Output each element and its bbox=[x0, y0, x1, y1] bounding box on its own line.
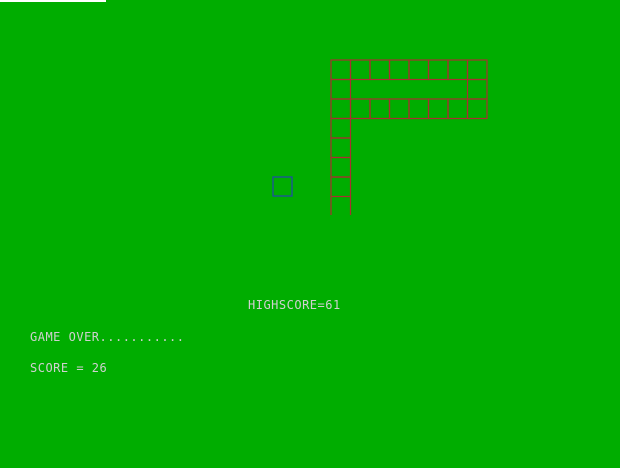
snake-segment bbox=[427, 98, 449, 120]
snake-segment bbox=[447, 59, 469, 81]
game-over-message: GAME OVER........... bbox=[30, 330, 185, 344]
snake-segment bbox=[349, 59, 371, 81]
snake-segment bbox=[466, 59, 488, 81]
snake bbox=[330, 59, 488, 215]
snake-segment bbox=[330, 137, 352, 159]
snake-segment bbox=[388, 98, 410, 120]
snake-segment bbox=[369, 98, 391, 120]
food-pellet bbox=[272, 176, 293, 197]
snake-segment bbox=[408, 98, 430, 120]
highscore-label: HIGHSCORE=61 bbox=[248, 298, 341, 312]
snake-segment bbox=[466, 98, 488, 120]
score-label: SCORE = 26 bbox=[30, 361, 108, 375]
snake-segment bbox=[427, 59, 449, 81]
snake-segment bbox=[369, 59, 391, 81]
snake-segment bbox=[330, 59, 352, 81]
snake-segment bbox=[330, 176, 352, 198]
snake-segment bbox=[330, 78, 352, 100]
snake-segment bbox=[330, 156, 352, 178]
snake-segment bbox=[447, 98, 469, 120]
snake-segment bbox=[388, 59, 410, 81]
snake-segment bbox=[466, 78, 488, 100]
snake-segment bbox=[408, 59, 430, 81]
snake-segment bbox=[349, 98, 371, 120]
snake-segment bbox=[330, 98, 352, 120]
game-screen: HIGHSCORE=61 GAME OVER........... SCORE … bbox=[0, 0, 624, 471]
snake-tail bbox=[330, 196, 352, 215]
game-board bbox=[272, 59, 488, 215]
snake-segment bbox=[330, 117, 352, 139]
